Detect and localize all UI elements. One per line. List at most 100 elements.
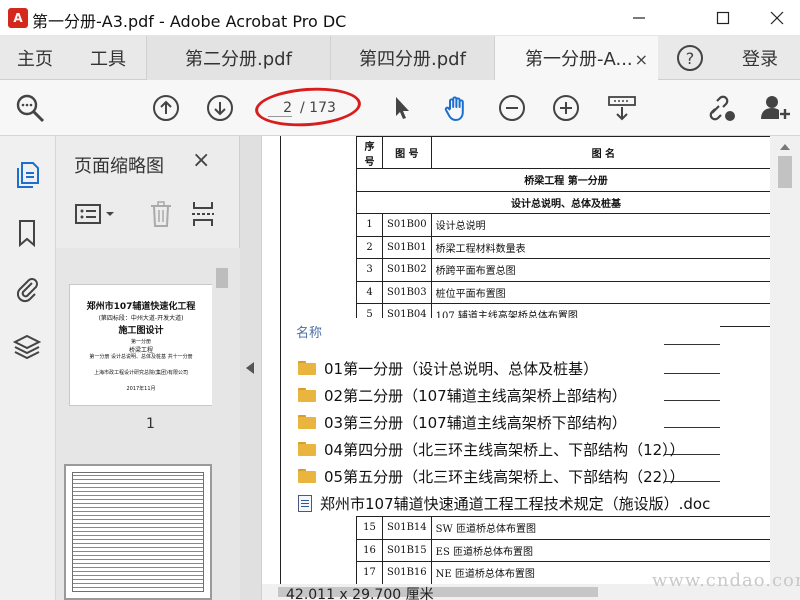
- thumb1-line-2: (第四标段：中州大道-开发大道): [98, 315, 184, 322]
- thumbnail-page-2[interactable]: [64, 464, 212, 600]
- folder-icon: [298, 469, 316, 483]
- attachments-button[interactable]: [12, 274, 42, 304]
- list-item[interactable]: 05第五分册（北三环主线高架桥上、下部结构（22））: [298, 464, 685, 488]
- row-name: 桥梁工程材料数量表: [430, 235, 777, 259]
- document-scroll-thumb[interactable]: [778, 156, 792, 188]
- zoom-in-icon: [553, 95, 579, 121]
- help-icon: ?: [677, 45, 703, 71]
- section-title-1: 桥梁工程 第一分册: [356, 168, 776, 192]
- zoom-search-button[interactable]: [14, 92, 46, 124]
- row-name: 桩位平面布置图: [430, 280, 777, 304]
- row-name: SW 匝道桥总体布置图: [430, 516, 777, 540]
- row-no: 1: [356, 213, 383, 237]
- tab-doc-1[interactable]: 第一分册-A... ×: [494, 36, 658, 80]
- thumbnails-scrollbar[interactable]: [212, 248, 232, 600]
- close-icon: [770, 11, 784, 25]
- scroll-mode-icon: [608, 96, 636, 121]
- folder-label: 03第三分册（107辅道主线高架桥下部结构）: [324, 413, 627, 432]
- tab-doc-4[interactable]: 第四分册.pdf: [330, 36, 494, 80]
- page-thumbnails-button[interactable]: [12, 160, 42, 190]
- next-page-button[interactable]: [204, 92, 236, 124]
- scroll-up-arrow-icon[interactable]: [780, 144, 790, 150]
- drawing-index-table: 序号 图 号 图 名 桥梁工程 第一分册 设计总说明、总体及桩基 1 S01B0…: [356, 136, 777, 327]
- zoom-in-button[interactable]: [550, 92, 582, 124]
- help-button[interactable]: ?: [664, 36, 716, 80]
- divider-line: [664, 427, 720, 428]
- document-vertical-scrollbar[interactable]: [770, 136, 800, 584]
- scroll-mode-button[interactable]: [606, 92, 638, 124]
- panel-collapse-strip[interactable]: [240, 136, 262, 600]
- row-no: 16: [356, 538, 383, 562]
- trash-icon: [151, 201, 171, 227]
- panel-close-button[interactable]: ×: [192, 148, 210, 173]
- row-code: S01B14: [382, 516, 432, 540]
- folder-label: 04第四分册（北三环主线高架桥上、下部结构（12））: [324, 440, 685, 459]
- svg-text:?: ?: [686, 49, 695, 68]
- close-window-button[interactable]: [754, 0, 800, 36]
- extract-pages-icon: [192, 202, 214, 226]
- add-user-button[interactable]: [760, 92, 792, 124]
- maximize-button[interactable]: [700, 0, 746, 36]
- list-item[interactable]: 04第四分册（北三环主线高架桥上、下部结构（12））: [298, 437, 685, 461]
- table-row: 1 S01B00 设计总说明: [356, 213, 777, 237]
- list-item[interactable]: 01第一分册（设计总说明、总体及桩基）: [298, 356, 598, 380]
- thumb1-line-6: 第一分册 设计总说明、总体及桩基 共十一分册: [89, 354, 193, 360]
- minimize-icon: [633, 17, 645, 19]
- tab-close-icon[interactable]: ×: [635, 50, 648, 69]
- bookmarks-button[interactable]: [12, 218, 42, 248]
- hand-tool-icon: [444, 96, 464, 121]
- table-row: 15 S01B14 SW 匝道桥总体布置图: [356, 516, 777, 540]
- tab-doc-2[interactable]: 第二分册.pdf: [146, 36, 330, 80]
- row-no: 17: [356, 561, 383, 585]
- row-code: S01B02: [382, 258, 432, 282]
- table-row: 4 S01B03 桩位平面布置图: [356, 280, 777, 304]
- page-size-readout: 42.011 x 29.700 厘米: [286, 587, 434, 600]
- folder-label: 02第二分册（107辅道主线高架桥上部结构）: [324, 386, 627, 405]
- divider-line: [664, 400, 720, 401]
- list-item[interactable]: 02第二分册（107辅道主线高架桥上部结构）: [298, 383, 627, 407]
- share-link-button[interactable]: [706, 92, 738, 124]
- row-no: 2: [356, 235, 383, 259]
- row-code: S01B01: [382, 235, 432, 259]
- tab-bar: 主页 工具 第二分册.pdf 第四分册.pdf 第一分册-A... × ? 登录: [0, 36, 800, 80]
- login-button[interactable]: 登录: [724, 36, 796, 80]
- add-user-icon: [761, 96, 790, 119]
- collapse-arrow-icon: [246, 362, 254, 374]
- divider-line: [664, 344, 720, 345]
- folder-label: 01第一分册（设计总说明、总体及桩基）: [324, 359, 599, 378]
- file-list-header[interactable]: 名称: [296, 322, 322, 341]
- row-no: 15: [356, 516, 383, 540]
- header-no: 序号: [356, 136, 383, 169]
- prev-page-button[interactable]: [150, 92, 182, 124]
- layers-icon: [13, 334, 41, 360]
- zoom-out-button[interactable]: [496, 92, 528, 124]
- thumbnails-scroll-thumb[interactable]: [216, 268, 228, 288]
- thumb1-line-3: 施工图设计: [118, 326, 164, 336]
- list-item[interactable]: 03第三分册（107辅道主线高架桥下部结构）: [298, 410, 627, 434]
- watermark-url: www.cndao.com: [652, 570, 800, 591]
- thumbnail-page-1[interactable]: 郑州市107辅道快速化工程 (第四标段：中州大道-开发大道) 施工图设计 第一分…: [69, 284, 213, 406]
- layers-button[interactable]: [12, 332, 42, 362]
- folder-label: 05第五分册（北三环主线高架桥上、下部结构（22））: [324, 467, 685, 486]
- file-label: 郑州市107辅道快速通道工程工程技术规定（施设版）.doc: [320, 494, 711, 513]
- row-code: S01B03: [382, 280, 432, 304]
- folder-icon: [298, 415, 316, 429]
- select-tool-button[interactable]: [386, 92, 418, 124]
- thumb1-line-8: 2017年11月: [126, 386, 156, 392]
- left-rail: [0, 136, 56, 600]
- next-page-icon: [207, 95, 233, 121]
- tab-home[interactable]: 主页: [0, 36, 70, 80]
- thumbnail-options-button[interactable]: [74, 200, 118, 228]
- maximize-icon: [716, 11, 730, 25]
- row-name: ES 匝道桥总体布置图: [430, 538, 777, 562]
- list-item[interactable]: 郑州市107辅道快速通道工程工程技术规定（施设版）.doc: [298, 491, 710, 515]
- tab-tools[interactable]: 工具: [70, 36, 146, 80]
- delete-page-button[interactable]: [148, 200, 174, 228]
- title-bar: A 第一分册-A3.pdf - Adobe Acrobat Pro DC: [0, 0, 800, 36]
- minimize-button[interactable]: [616, 0, 662, 36]
- hand-tool-button[interactable]: [440, 92, 472, 124]
- section-title-2: 设计总说明、总体及桩基: [356, 190, 776, 214]
- attachments-icon: [16, 278, 38, 303]
- thumbnail-page-2-content: [72, 472, 204, 592]
- extract-pages-button[interactable]: [190, 200, 216, 228]
